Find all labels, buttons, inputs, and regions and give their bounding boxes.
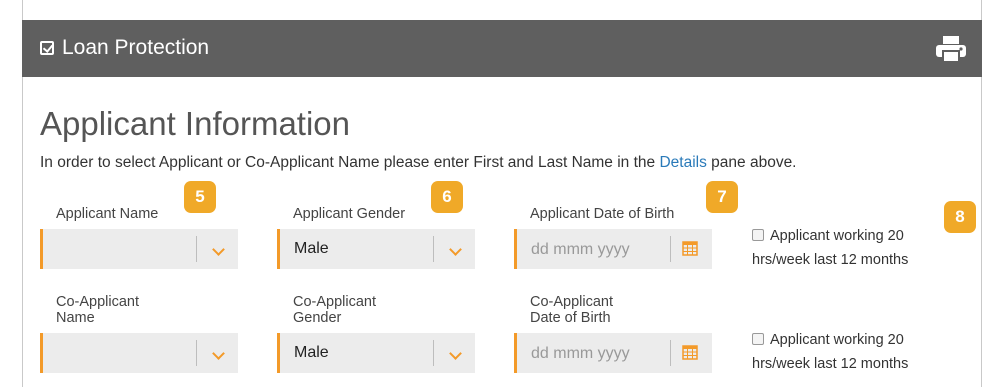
applicant-dob-label: Applicant Date of Birth — [530, 206, 675, 222]
applicant-gender-label: Applicant Gender — [293, 206, 406, 222]
co-applicant-working-checkbox-group[interactable]: Applicant working 20 hrs/week last 12 mo… — [752, 328, 908, 376]
co-applicant-name-select[interactable] — [40, 333, 238, 373]
co-applicant-gender-select[interactable]: Male — [277, 333, 475, 373]
co-applicant-gender-value: Male — [294, 344, 329, 361]
select-divider — [196, 236, 197, 262]
date-divider — [670, 236, 671, 262]
applicant-dob-placeholder: dd mmm yyyy — [531, 241, 630, 258]
co-applicant-dob-placeholder: dd mmm yyyy — [531, 345, 630, 362]
chevron-down-icon — [212, 243, 225, 256]
applicant-gender-select[interactable]: Male — [277, 229, 475, 269]
chevron-down-icon — [449, 243, 462, 256]
co-applicant-dob-label-line1: Co-Applicant — [530, 294, 614, 310]
step-badge-6: 6 — [431, 181, 463, 213]
co-applicant-gender-label-line2: Gender — [293, 310, 342, 326]
calendar-icon[interactable] — [682, 344, 698, 360]
co-applicant-name-label-line1: Co-Applicant — [56, 294, 140, 310]
chevron-down-icon — [449, 347, 462, 360]
checkbox-icon — [40, 41, 54, 55]
details-link[interactable]: Details — [659, 154, 706, 171]
co-applicant-dob-label-line2: Date of Birth — [530, 310, 611, 326]
applicant-dob-input[interactable]: dd mmm yyyy — [514, 229, 712, 269]
co-applicant-gender-label-line1: Co-Applicant — [293, 294, 377, 310]
page-title: Applicant Information — [40, 105, 351, 142]
step-badge-8: 8 — [944, 201, 976, 233]
applicant-working-checkbox-group[interactable]: Applicant working 20 hrs/week last 12 mo… — [752, 224, 908, 272]
applicant-gender-value: Male — [294, 240, 329, 257]
co-applicant-gender-label: Co-Applicant Gender — [293, 294, 376, 326]
co-applicant-dob-input[interactable]: dd mmm yyyy — [514, 333, 712, 373]
applicant-working-line1: Applicant working 20 — [770, 228, 904, 244]
co-applicant-working-checkbox[interactable] — [752, 333, 764, 345]
intro-text-after: pane above. — [706, 154, 797, 171]
header-title-text: Loan Protection — [62, 36, 210, 59]
co-applicant-dob-label: Co-Applicant Date of Birth — [530, 294, 613, 326]
intro-text: In order to select Applicant or Co-Appli… — [40, 153, 797, 173]
applicant-name-select[interactable] — [40, 229, 238, 269]
step-badge-7: 7 — [706, 181, 738, 213]
print-button[interactable] — [935, 35, 967, 63]
date-divider — [670, 340, 671, 366]
co-applicant-name-label-line2: Name — [56, 310, 95, 326]
select-divider — [433, 236, 434, 262]
calendar-icon[interactable] — [682, 240, 698, 256]
applicant-working-line2: hrs/week last 12 months — [752, 252, 909, 268]
applicant-working-checkbox[interactable] — [752, 229, 764, 241]
chevron-down-icon — [212, 347, 225, 360]
printer-icon — [936, 36, 966, 63]
co-applicant-name-label: Co-Applicant Name — [56, 294, 139, 326]
applicant-name-label: Applicant Name — [56, 206, 159, 222]
select-divider — [196, 340, 197, 366]
select-divider — [433, 340, 434, 366]
loan-protection-header: Loan Protection — [22, 20, 982, 77]
step-badge-5: 5 — [184, 181, 216, 213]
intro-text-before: In order to select Applicant or Co-Appli… — [40, 154, 660, 171]
co-applicant-working-line1: Applicant working 20 — [770, 332, 904, 348]
header-title: Loan Protection — [40, 35, 209, 61]
co-applicant-working-line2: hrs/week last 12 months — [752, 356, 909, 372]
